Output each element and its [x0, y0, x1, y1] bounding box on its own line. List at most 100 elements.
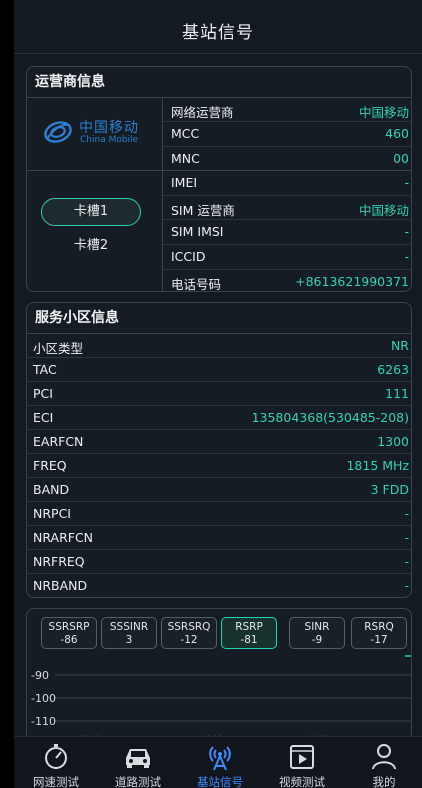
y-tick-label: -90 — [31, 669, 49, 682]
row-earfcn: EARFCN 1300 — [27, 430, 411, 454]
row-key: PCI — [33, 386, 53, 401]
row-value: - — [404, 530, 409, 545]
section-title-cell: 服务小区信息 — [27, 303, 411, 334]
nav-item-speed-test[interactable]: 网速测试 — [16, 737, 96, 788]
row-value: 00 — [393, 150, 409, 166]
video-play-icon — [290, 745, 314, 769]
row-key: 小区类型 — [33, 341, 84, 356]
nav-item-mine[interactable]: 我的 — [344, 737, 422, 788]
user-icon — [372, 744, 396, 770]
nav-label: 我的 — [372, 775, 396, 788]
nav-label: 网速测试 — [33, 775, 79, 788]
row-value: - — [404, 175, 409, 191]
row-network-operator: 网络运营商 中国移动 — [163, 98, 411, 123]
row-phone-number: 电话号码 +8613621990371 — [163, 270, 411, 292]
row-key: NRFREQ — [33, 554, 85, 569]
row-key: IMEI — [171, 175, 198, 191]
row-key: TAC — [33, 362, 57, 377]
row-value: +8613621990371 — [295, 273, 409, 289]
signal-tower-icon — [209, 746, 231, 771]
signal-chart-card: SSRSRP -86 SSSINR 3 SSRSRQ -12 RSRP -81 SINR… — [26, 608, 412, 748]
operator-detail-rows: 网络运营商 中国移动 MCC 460 MNC 00 IMEI - SIM 运营商 中国移动… — [163, 98, 411, 292]
row-key: 网络运营商 — [171, 105, 234, 120]
row-value: NR — [390, 338, 409, 353]
row-key: NRBAND — [33, 578, 88, 593]
row-cell-type: 小区类型 NR — [27, 334, 411, 358]
row-key: EARFCN — [33, 434, 84, 449]
row-value: 1300 — [377, 434, 409, 449]
row-key: ECI — [33, 410, 54, 425]
metric-name: SINR — [304, 621, 330, 633]
row-nrarfcn: NRARFCN - — [27, 526, 411, 550]
row-nrfreq: NRFREQ - — [27, 550, 411, 574]
metric-tab-sinr[interactable]: SINR -9 — [289, 617, 345, 649]
metric-tab-rsrq[interactable]: RSRQ -17 — [351, 617, 407, 649]
serving-cell-card: 服务小区信息 小区类型 NR TAC 6263 PCI 111 ECI 13580436… — [26, 302, 412, 598]
row-eci: ECI 135804368(530485-208) — [27, 406, 411, 430]
row-nrpci: NRPCI - — [27, 502, 411, 526]
row-value: 111 — [385, 386, 409, 401]
metric-tab-ssrsrp[interactable]: SSRSRP -86 — [41, 617, 97, 649]
metric-tab-rsrp[interactable]: RSRP -81 — [221, 617, 277, 649]
china-mobile-swirl-icon — [44, 121, 72, 143]
row-pci: PCI 111 — [27, 382, 411, 406]
metric-value: -9 — [311, 634, 323, 646]
row-key: BAND — [33, 482, 70, 497]
row-key: ICCID — [171, 248, 206, 264]
logo-text-en: China Mobile — [80, 135, 139, 145]
china-mobile-logo: 中国移动 China Mobile — [27, 98, 163, 171]
row-sim-operator: SIM 运营商 中国移动 — [163, 196, 411, 221]
row-key: MNC — [171, 150, 200, 166]
metric-tab-sssinr[interactable]: SSSINR 3 — [101, 617, 157, 649]
section-title-operator: 运营商信息 — [27, 67, 411, 98]
metric-value: -12 — [180, 634, 198, 646]
metric-value: -86 — [60, 634, 78, 646]
metric-name: SSSINR — [109, 621, 149, 633]
row-key: SIM IMSI — [171, 224, 224, 240]
sim-slot-2-button[interactable]: 卡槽2 — [41, 234, 141, 258]
logo-text-cn: 中国移动 — [79, 120, 139, 136]
bottom-nav: 网速测试 道路测试 基站信号 视频测试 我的 — [14, 736, 422, 788]
app-screen: 基站信号 运营商信息 中国移动 China Mobile 卡槽1 卡槽2 网络运… — [14, 0, 422, 788]
sim-slot-1-button[interactable]: 卡槽1 — [41, 198, 141, 226]
car-icon — [126, 749, 150, 768]
row-value: 1815 MHz — [346, 458, 409, 473]
row-mnc: MNC 00 — [163, 147, 411, 172]
row-value: 中国移动 — [358, 105, 409, 120]
row-key: NRPCI — [33, 506, 71, 521]
row-key: FREQ — [33, 458, 67, 473]
row-value: 460 — [385, 126, 409, 142]
row-value: 6263 — [377, 362, 409, 377]
operator-left-panel: 中国移动 China Mobile 卡槽1 卡槽2 — [27, 98, 163, 291]
nav-item-base-station[interactable]: 基站信号 — [180, 737, 260, 788]
row-value: - — [404, 506, 409, 521]
row-key: MCC — [171, 126, 200, 142]
y-tick-label: -110 — [31, 715, 56, 728]
row-nrband: NRBAND - — [27, 574, 411, 597]
nav-item-video-test[interactable]: 视频测试 — [262, 737, 342, 788]
metric-name: SSRSRQ — [167, 621, 211, 633]
row-key: 电话号码 — [171, 276, 222, 292]
nav-label: 视频测试 — [279, 775, 325, 788]
cell-detail-rows: 小区类型 NR TAC 6263 PCI 111 ECI 135804368(53048… — [27, 334, 411, 597]
speedometer-icon — [45, 744, 67, 769]
row-mcc: MCC 460 — [163, 122, 411, 147]
row-sim-imsi: SIM IMSI - — [163, 220, 411, 245]
metric-name: RSRQ — [364, 621, 394, 633]
nav-label: 道路测试 — [115, 775, 161, 788]
row-value: 135804368(530485-208) — [251, 410, 409, 425]
row-freq: FREQ 1815 MHz — [27, 454, 411, 478]
metric-name: RSRP — [235, 621, 263, 633]
metric-name: SSRSRP — [48, 621, 90, 633]
metric-value: -17 — [370, 634, 388, 646]
metric-tab-ssrsrq[interactable]: SSRSRQ -12 — [161, 617, 217, 649]
nav-label: 基站信号 — [197, 775, 243, 788]
nav-item-road-test[interactable]: 道路测试 — [98, 737, 178, 788]
row-key: SIM 运营商 — [171, 202, 235, 218]
metric-value: -81 — [240, 634, 258, 646]
y-tick-label: -100 — [31, 692, 56, 705]
row-value: 中国移动 — [358, 202, 409, 218]
row-tac: TAC 6263 — [27, 358, 411, 382]
row-value: - — [404, 554, 409, 569]
row-value: - — [404, 578, 409, 593]
